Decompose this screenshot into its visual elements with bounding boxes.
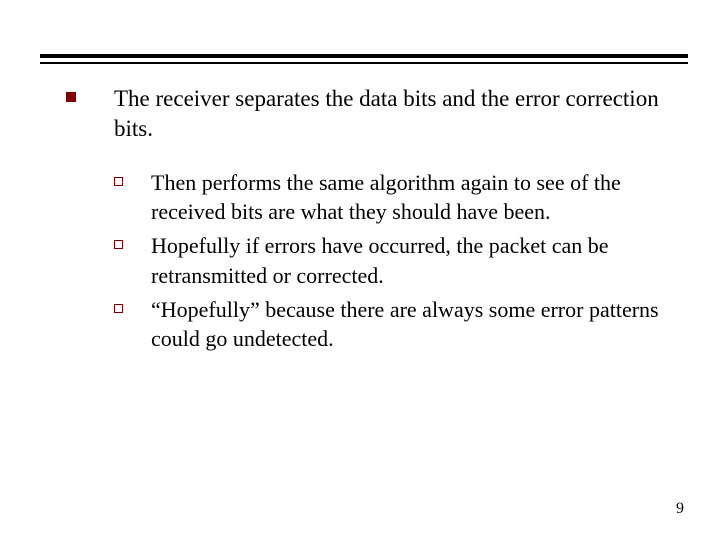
sub-point-text: Then performs the same algorithm again t…: [151, 168, 660, 227]
slide: The receiver separates the data bits and…: [0, 0, 720, 540]
sublist: Then performs the same algorithm again t…: [114, 168, 660, 354]
open-square-bullet-icon: [114, 304, 123, 313]
horizontal-rule-thin: [40, 62, 688, 64]
main-point-text: The receiver separates the data bits and…: [114, 84, 660, 144]
list-item-level2: Then performs the same algorithm again t…: [114, 168, 660, 227]
list-item-level2: “Hopefully” because there are always som…: [114, 295, 660, 354]
filled-square-bullet-icon: [66, 92, 76, 102]
list-item-level2: Hopefully if errors have occurred, the p…: [114, 231, 660, 290]
list-item-level1: The receiver separates the data bits and…: [66, 84, 660, 144]
open-square-bullet-icon: [114, 177, 123, 186]
sub-point-text: “Hopefully” because there are always som…: [151, 295, 660, 354]
page-number: 9: [676, 500, 684, 518]
horizontal-rule-thick: [40, 54, 688, 58]
sub-point-text: Hopefully if errors have occurred, the p…: [151, 231, 660, 290]
open-square-bullet-icon: [114, 240, 123, 249]
slide-content: The receiver separates the data bits and…: [66, 84, 660, 358]
